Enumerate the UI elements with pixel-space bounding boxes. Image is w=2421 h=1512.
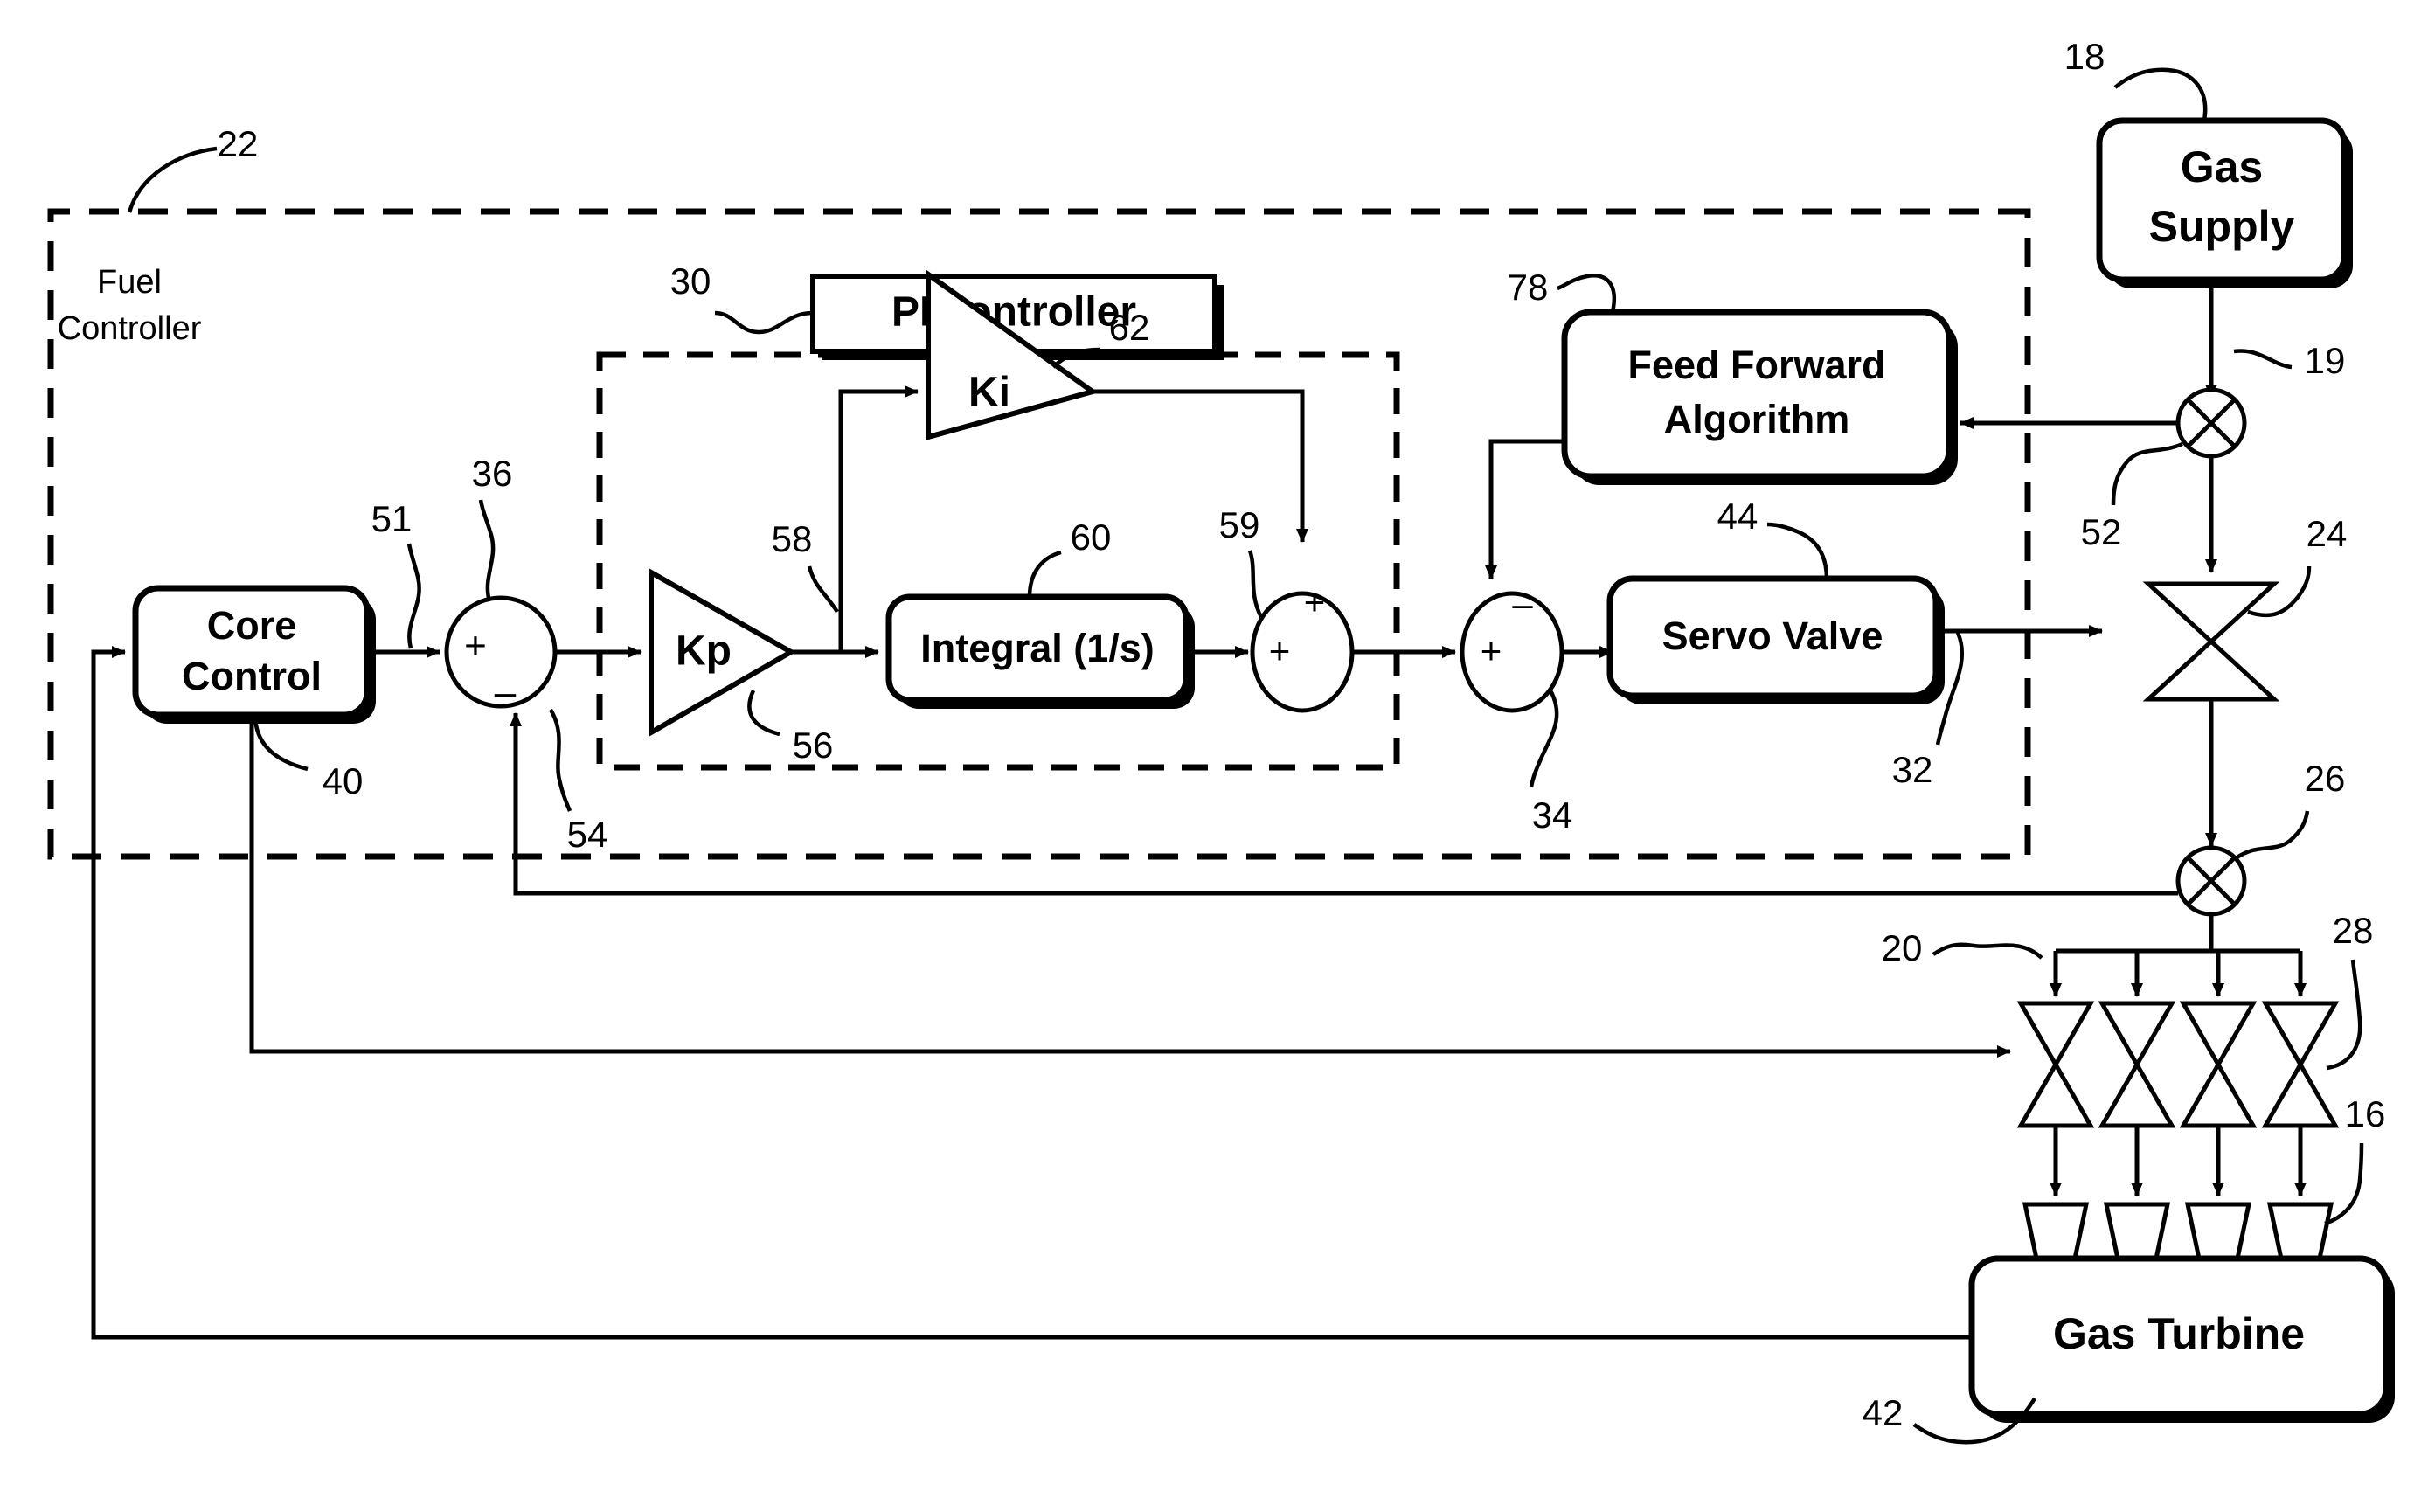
fuel-controller-label-line2: Controller xyxy=(58,310,202,347)
callout-42: 42 xyxy=(1863,1392,1904,1433)
callout-leader-51 xyxy=(406,543,421,649)
callout-30: 30 xyxy=(670,260,711,302)
callout-56: 56 xyxy=(793,725,834,766)
callout-34: 34 xyxy=(1532,794,1573,836)
callout-40: 40 xyxy=(323,760,364,801)
callout-44: 44 xyxy=(1717,496,1759,537)
callout-leader-59 xyxy=(1247,550,1264,619)
manifold-valve-1 xyxy=(2016,1001,2095,1128)
callout-26: 26 xyxy=(2305,758,2346,799)
callout-leader-58 xyxy=(807,565,839,614)
feed-forward-label-line2: Algorithm xyxy=(1664,397,1849,441)
callout-leader-52 xyxy=(2111,441,2183,506)
feed-forward-block xyxy=(1561,309,1953,480)
callout-32: 32 xyxy=(1892,749,1933,790)
callout-leader-54 xyxy=(549,708,572,812)
callout-28: 28 xyxy=(2333,910,2374,951)
control-system-diagram: 22 Fuel Controller PI controller 30 Core… xyxy=(47,36,2395,1445)
junction-59-plus-top: + xyxy=(1304,581,1326,622)
servo-valve-label: Servo Valve xyxy=(1662,614,1883,658)
junction-34-plus-left: + xyxy=(1481,630,1502,671)
callout-leader-36 xyxy=(478,499,496,602)
integral-block-label: Integral (1/s) xyxy=(920,626,1155,670)
junction-36-minus: – xyxy=(495,671,517,714)
kp-gain-label: Kp xyxy=(676,628,732,675)
callout-36: 36 xyxy=(472,453,513,494)
callout-leader-20 xyxy=(1932,942,2043,960)
ki-output-to-junction59 xyxy=(1093,389,1308,543)
feed-forward-to-junction34 xyxy=(1485,439,1564,579)
diagram-canvas: 22 Fuel Controller PI controller 30 Core… xyxy=(0,0,2421,1512)
gas-turbine-feedback-path xyxy=(91,646,1972,1340)
nozzle-2 xyxy=(2103,1202,2171,1261)
manifold-valve-3 xyxy=(2179,1001,2258,1128)
feedback-54-path xyxy=(510,712,2178,896)
junction-34-minus-top: – xyxy=(1512,583,1533,624)
callout-24: 24 xyxy=(2307,513,2348,554)
callout-leader-30 xyxy=(714,310,814,335)
callout-16: 16 xyxy=(2345,1093,2386,1134)
feed-forward-label-line1: Feed Forward xyxy=(1627,343,1885,387)
callout-leader-19 xyxy=(2233,349,2293,370)
callout-19: 19 xyxy=(2305,340,2346,381)
callout-20: 20 xyxy=(1882,927,1923,968)
manifold-valve-4 xyxy=(2261,1001,2340,1128)
callout-leader-78 xyxy=(1557,274,1616,313)
manifold-valve-2 xyxy=(2098,1001,2176,1128)
callout-leader-18 xyxy=(2113,67,2208,121)
core-control-label-line2: Control xyxy=(182,654,322,698)
callout-54: 54 xyxy=(567,814,608,855)
callout-51: 51 xyxy=(371,498,413,539)
callout-18: 18 xyxy=(2064,36,2105,77)
callout-leader-60 xyxy=(1027,550,1062,598)
control-valve-24 xyxy=(2142,581,2280,702)
callout-leader-56 xyxy=(747,690,780,737)
callout-52: 52 xyxy=(2081,511,2122,552)
gas-supply-label-line2: Supply xyxy=(2149,202,2295,251)
junction-36-plus: + xyxy=(464,625,487,668)
gas-supply-label-line1: Gas xyxy=(2181,142,2264,191)
fuel-controller-label-line1: Fuel xyxy=(97,264,162,301)
callout-59: 59 xyxy=(1219,504,1260,545)
callout-leader-26 xyxy=(2234,810,2310,860)
core-control-label-line1: Core xyxy=(207,603,297,648)
callout-62: 62 xyxy=(1109,307,1150,348)
callout-leader-22 xyxy=(127,146,218,213)
junction-59-plus-left: + xyxy=(1269,630,1291,671)
nozzle-3 xyxy=(2184,1202,2252,1261)
callout-leader-44 xyxy=(1766,522,1829,579)
callout-22: 22 xyxy=(218,123,259,164)
summing-junction-59 xyxy=(1250,591,1355,713)
callout-60: 60 xyxy=(1071,517,1112,558)
nozzle-1 xyxy=(2022,1202,2090,1261)
ki-gain-label: Ki xyxy=(968,370,1010,416)
callout-58: 58 xyxy=(772,518,813,559)
nozzle-4 xyxy=(2266,1202,2334,1261)
gas-turbine-label: Gas Turbine xyxy=(2053,1309,2305,1358)
callout-78: 78 xyxy=(1508,267,1549,308)
